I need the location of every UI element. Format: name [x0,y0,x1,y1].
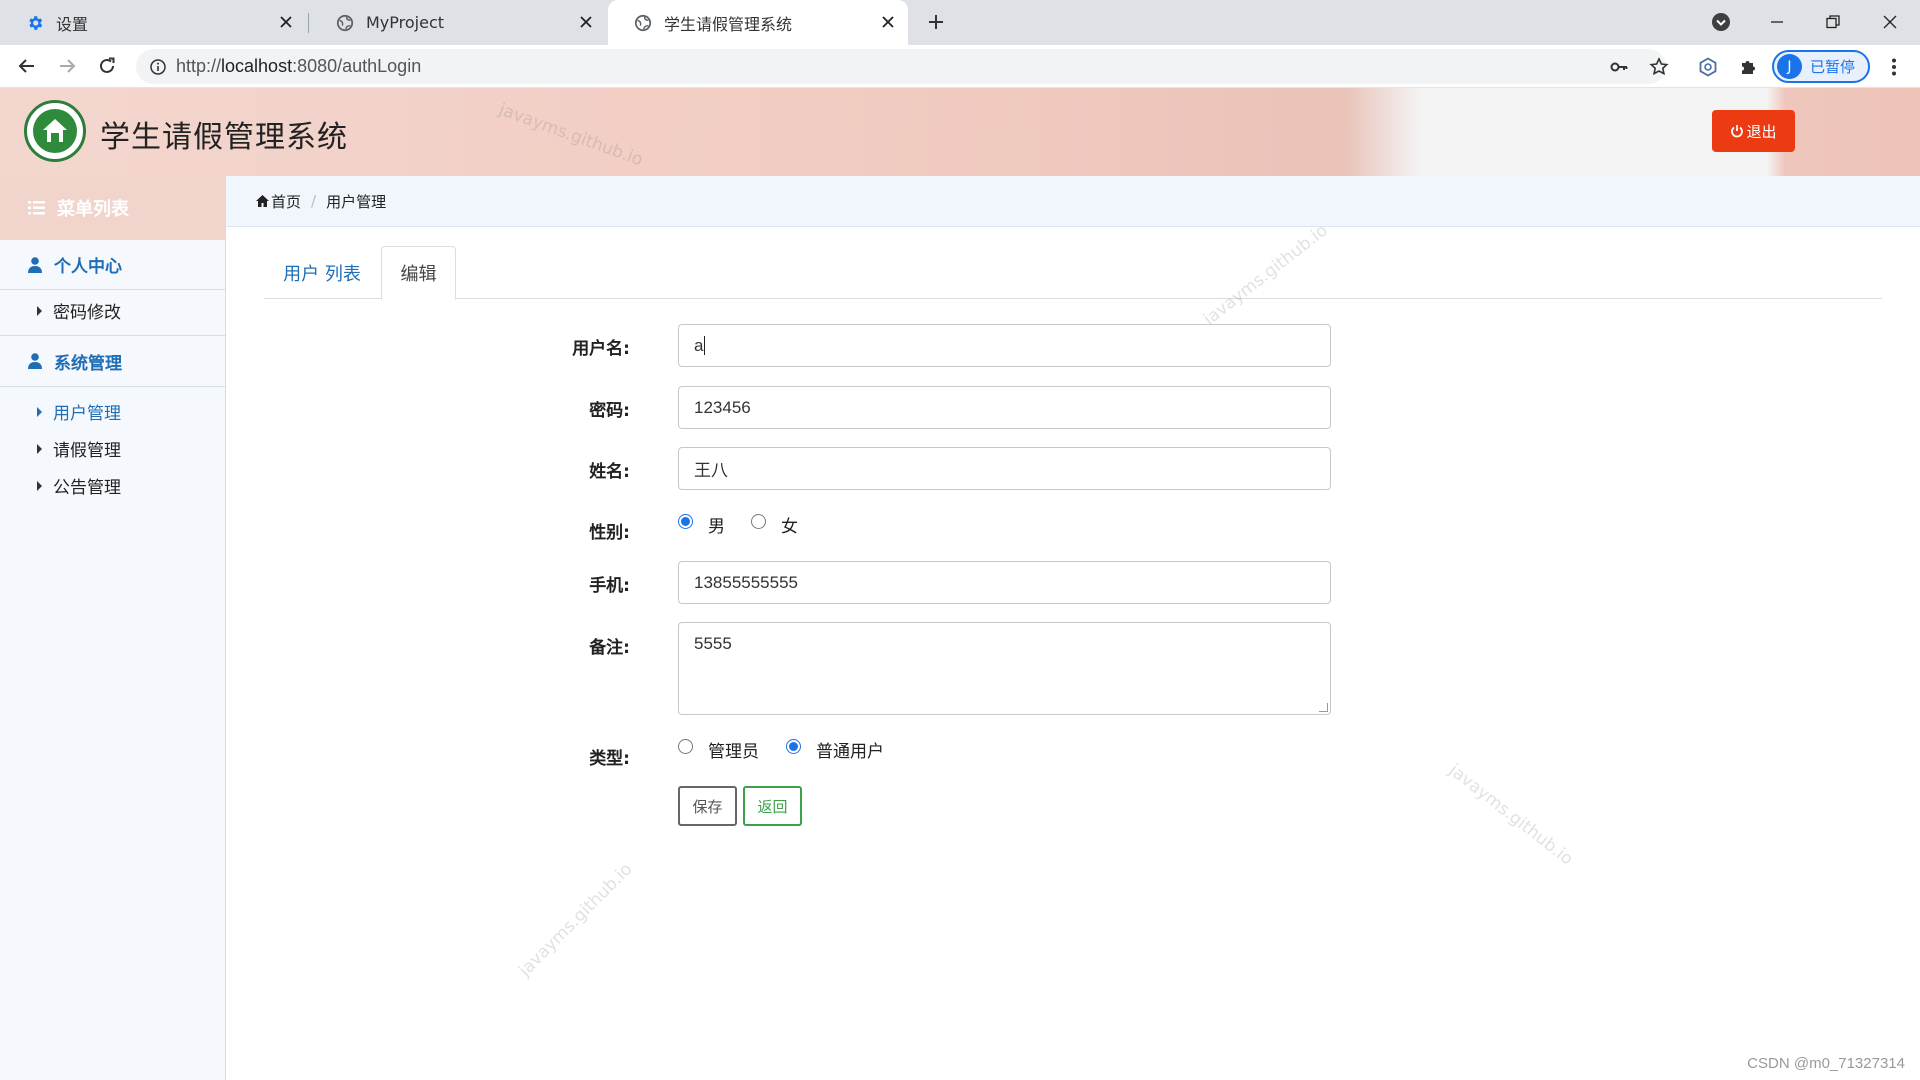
sidebar-item-user-management[interactable]: 用户管理 [0,393,225,430]
browser-tab-title: 学生请假管理系统 [664,14,793,34]
reload-icon[interactable] [93,52,121,80]
type-admin-label: 管理员 [708,742,759,762]
browser-tab-settings[interactable]: 设置 [0,0,306,45]
type-user-radio[interactable] [786,739,801,754]
sidebar-group-label: 系统管理 [54,353,122,374]
menu-list-title: 菜单列表 [57,198,129,220]
name-label: 姓名: [589,462,630,482]
caret-right-icon [37,480,42,491]
breadcrumb-current: 用户管理 [326,192,387,211]
home-icon [256,195,269,207]
gender-label: 性别: [589,523,630,543]
star-icon[interactable] [1645,53,1673,81]
close-icon[interactable] [276,12,296,32]
close-icon[interactable] [878,12,898,32]
logout-label: 退出 [1746,122,1777,141]
breadcrumb: 首页 / 用户管理 [226,176,1920,227]
phone-label: 手机: [589,576,630,596]
password-field[interactable]: 123456 [678,386,1331,429]
sidebar-item-label: 公告管理 [53,478,121,498]
app-header: 学生请假管理系统 退出 [0,88,1920,176]
back-button[interactable]: 返回 [743,786,802,826]
page-tabs: 用户 列表 编辑 [264,246,1882,300]
gear-icon [26,14,44,32]
puzzle-icon[interactable] [1734,53,1762,81]
type-label: 类型: [589,749,630,769]
caret-right-icon [37,406,42,417]
gender-female-label: 女 [781,517,798,537]
logout-button[interactable]: 退出 [1712,110,1795,152]
remark-label: 备注: [589,638,630,658]
gender-male-radio[interactable] [678,514,693,529]
sidebar-group-label: 个人中心 [54,257,122,277]
breadcrumb-home[interactable]: 首页 [256,191,301,212]
text-cursor [704,336,706,355]
info-icon[interactable] [140,49,176,84]
back-arrow-icon[interactable] [13,52,41,80]
sidebar-item-password[interactable]: 密码修改 [0,292,225,329]
tab-search-icon[interactable] [1701,4,1741,40]
username-label: 用户名: [572,339,630,359]
gender-male-label: 男 [708,517,725,537]
sidebar-item-label: 密码修改 [53,303,121,323]
browser-tab-active[interactable]: 学生请假管理系统 [608,0,908,45]
user-icon [28,256,42,273]
profile-button[interactable]: J 已暂停 [1772,50,1870,83]
sidebar-item-notice-management[interactable]: 公告管理 [0,467,225,504]
restore-icon[interactable] [1813,4,1853,40]
gender-female-radio[interactable] [751,514,766,529]
sidebar-group-personal[interactable]: 个人中心 [0,239,225,290]
tab-edit[interactable]: 编辑 [381,246,456,300]
url-text: http://localhost:8080/authLogin [176,56,422,76]
breadcrumb-separator: / [311,192,317,210]
browser-tab-myproject[interactable]: MyProject [310,0,606,45]
caret-right-icon [37,443,42,454]
browser-tab-bar: 设置 MyProject 学生请假管理系统 [0,0,1920,45]
save-button[interactable]: 保存 [678,786,737,826]
resize-handle[interactable] [1319,703,1328,712]
globe-icon [336,14,354,32]
globe-icon [634,14,652,32]
profile-status: 已暂停 [1810,58,1856,76]
tab-user-list[interactable]: 用户 列表 [264,246,380,299]
new-tab-button[interactable] [922,8,950,36]
sidebar-group-system[interactable]: 系统管理 [0,336,225,387]
more-vert-icon[interactable] [1880,53,1908,81]
close-icon[interactable] [576,12,596,32]
avatar: J [1777,54,1802,79]
remark-textarea[interactable]: 5555 [678,622,1331,715]
caret-right-icon [37,305,42,316]
password-label: 密码: [589,401,630,421]
tab-separator [308,13,309,33]
credit-watermark: CSDN @m0_71327314 [1747,1055,1905,1072]
type-user-label: 普通用户 [816,742,884,762]
forward-arrow-icon[interactable] [53,52,81,80]
browser-tab-title: 设置 [56,14,89,34]
sidebar-item-label: 用户管理 [53,404,121,424]
minimize-icon[interactable] [1757,4,1797,40]
browser-toolbar: http://localhost:8080/authLogin J 已暂停 [0,45,1920,88]
sidebar-item-label: 请假管理 [53,441,121,461]
phone-field[interactable]: 13855555555 [678,561,1331,604]
watermark: javayms.github.io [1444,760,1577,870]
username-field[interactable]: a [678,324,1331,367]
system-title: 学生请假管理系统 [100,120,348,155]
power-icon [1731,125,1744,138]
sidebar-submenu-system: 用户管理 请假管理 公告管理 [0,387,225,504]
type-admin-radio[interactable] [678,739,693,754]
sidebar-submenu-personal: 密码修改 [0,290,225,336]
watermark: javayms.github.io [515,859,637,981]
menu-list-header: 菜单列表 [0,176,225,239]
user-icon [28,353,42,369]
school-logo [24,100,86,162]
list-icon [28,200,45,215]
extension-hex-icon[interactable] [1694,53,1722,81]
sidebar-item-leave-management[interactable]: 请假管理 [0,430,225,467]
close-window-icon[interactable] [1870,4,1910,40]
address-bar[interactable]: http://localhost:8080/authLogin [136,49,1666,84]
name-field[interactable]: 王八 [678,447,1331,490]
key-icon[interactable] [1605,53,1633,81]
sidebar: 菜单列表 个人中心 密码修改 系统管理 用户管理 请假管理 公告管理 [0,176,226,1080]
browser-tab-title: MyProject [366,13,445,32]
